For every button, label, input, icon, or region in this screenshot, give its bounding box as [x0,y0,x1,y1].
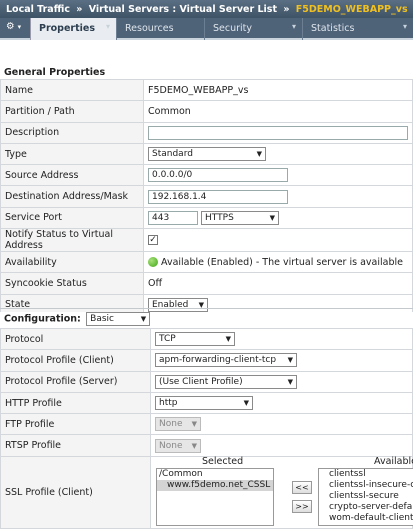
notify-checkbox[interactable]: ✓ [148,235,158,246]
protocol-label: Protocol [0,327,151,351]
chevron-down-icon: ▾ [291,22,296,31]
tab-properties[interactable]: Properties ▾ [30,18,116,40]
availability-value: Available (Enabled) - The virtual server… [161,256,403,268]
type-select[interactable]: Standard ▼ [148,147,266,162]
breadcrumb-current: F5DEMO_WEBAPP_vs [295,4,408,15]
description-input[interactable] [148,125,408,140]
chevron-down-icon: ▼ [191,420,197,429]
partition-value: Common [143,100,413,123]
availability-label: Availability [0,251,144,274]
chevron-down-icon: ▾ [105,22,110,31]
chevron-down-icon: ▼ [287,377,293,386]
description-label: Description [0,121,144,144]
selected-list[interactable]: /Common www.f5demo.net_CSSL [156,468,274,526]
breadcrumb-virtual-servers[interactable]: Virtual Servers : Virtual Server List [89,4,277,15]
list-item[interactable]: clientssl-insecure-compatible [327,480,413,491]
chevron-down-icon: ▼ [191,441,197,450]
row-destination: Destination Address/Mask 192.168.1.4 [0,185,413,208]
configuration-header: Configuration: Basic ▼ [0,312,413,326]
row-protocol: Protocol TCP ▼ [0,327,413,351]
source-address-input[interactable]: 0.0.0.0/0 [148,168,288,183]
ssl-profile-selector: Selected Available /Common www.f5demo.ne… [156,456,413,528]
selected-header: Selected [202,456,244,467]
available-header: Available [374,456,413,467]
service-port-input[interactable]: 443 [148,210,198,225]
protocol-profile-server-select[interactable]: (Use Client Profile) ▼ [155,374,297,389]
row-description: Description [0,121,413,144]
row-availability: Availability Available (Enabled) - The v… [0,251,413,274]
tab-security[interactable]: Security ▾ [204,18,302,40]
http-profile-select[interactable]: http ▼ [155,396,253,411]
chevron-down-icon: ▼ [287,356,293,365]
general-properties-table: Name F5DEMO_WEBAPP_vs Partition / Path C… [0,78,413,316]
list-item[interactable]: clientssl-secure [327,491,413,502]
ssl-profile-client-label: SSL Profile (Client) [0,455,151,529]
section-divider [0,308,413,309]
protocol-select[interactable]: TCP ▼ [155,332,235,347]
move-left-button[interactable]: << [292,481,312,494]
chevron-down-icon: ▼ [243,399,249,408]
breadcrumb-local-traffic[interactable]: Local Traffic [6,4,70,15]
source-address-label: Source Address [0,164,144,187]
partition-label: Partition / Path [0,100,144,123]
type-label: Type [0,142,144,166]
protocol-profile-client-select[interactable]: apm-forwarding-client-tcp ▼ [155,353,297,368]
tab-resources[interactable]: Resources [116,18,204,40]
gear-icon: ⚙ [6,21,15,32]
chevron-down-icon: ▾ [17,23,22,31]
protocol-profile-server-label: Protocol Profile (Server) [0,370,151,393]
chevron-down-icon: ▼ [140,315,147,323]
status-available-icon [148,257,158,268]
move-right-button[interactable]: >> [292,500,312,513]
service-port-select[interactable]: HTTPS ▼ [201,210,280,225]
chevron-down-icon: ▼ [256,150,262,159]
available-list[interactable]: clientssl clientssl-insecure-compatible … [318,468,413,526]
configuration-title: Configuration: [4,313,81,325]
row-type: Type Standard ▼ [0,142,413,166]
chevron-down-icon: ▾ [402,22,407,31]
list-item[interactable]: wom-default-clientssl [327,513,413,524]
destination-address-label: Destination Address/Mask [0,185,144,208]
row-partition: Partition / Path Common [0,100,413,123]
row-name: Name F5DEMO_WEBAPP_vs [0,78,413,102]
name-label: Name [0,78,144,102]
general-properties-title: General Properties [0,67,413,78]
breadcrumb: Local Traffic » Virtual Servers : Virtua… [0,0,413,18]
chevron-down-icon: ▼ [269,213,276,222]
state-select[interactable]: Enabled ▼ [148,297,208,312]
ftp-profile-label: FTP Profile [0,413,151,436]
ftp-profile-select[interactable]: None ▼ [155,417,201,432]
tab-bar: ⚙ ▾ Properties ▾ Resources Security ▾ Stat… [0,18,413,40]
row-service-port: Service Port 443 HTTPS ▼ [0,206,413,230]
chevron-down-icon: ▼ [198,300,204,309]
row-syncookie: Syncookie Status Off [0,272,413,295]
selected-group-label: /Common [159,469,203,479]
list-item[interactable]: crypto-server-default-clientssl [327,502,413,513]
row-notify: Notify Status to Virtual Address ✓ [0,228,413,253]
syncookie-label: Syncookie Status [0,272,144,295]
name-value: F5DEMO_WEBAPP_vs [143,78,413,102]
syncookie-value: Off [143,272,413,295]
list-item[interactable]: clientssl [327,469,413,480]
row-ftp-profile: FTP Profile None ▼ [0,413,413,436]
configuration-mode-select[interactable]: Basic ▼ [86,312,151,326]
breadcrumb-separator: » [283,4,290,15]
row-rtsp-profile: RTSP Profile None ▼ [0,434,413,457]
row-protocol-profile-server: Protocol Profile (Server) (Use Client Pr… [0,370,413,393]
tab-statistics[interactable]: Statistics ▾ [302,18,413,40]
list-item[interactable]: www.f5demo.net_CSSL [157,480,273,491]
rtsp-profile-label: RTSP Profile [0,434,151,457]
protocol-profile-client-label: Protocol Profile (Client) [0,349,151,372]
service-port-label: Service Port [0,206,144,230]
http-profile-label: HTTP Profile [0,391,151,415]
gear-menu-button[interactable]: ⚙ ▾ [0,18,30,40]
row-protocol-profile-client: Protocol Profile (Client) apm-forwarding… [0,349,413,372]
breadcrumb-separator: » [76,4,83,15]
notify-label: Notify Status to Virtual Address [0,228,144,253]
rtsp-profile-select[interactable]: None ▼ [155,438,201,453]
row-source: Source Address 0.0.0.0/0 [0,164,413,187]
destination-address-input[interactable]: 192.168.1.4 [148,189,288,204]
chevron-down-icon: ▼ [225,335,231,344]
row-http-profile: HTTP Profile http ▼ [0,391,413,415]
